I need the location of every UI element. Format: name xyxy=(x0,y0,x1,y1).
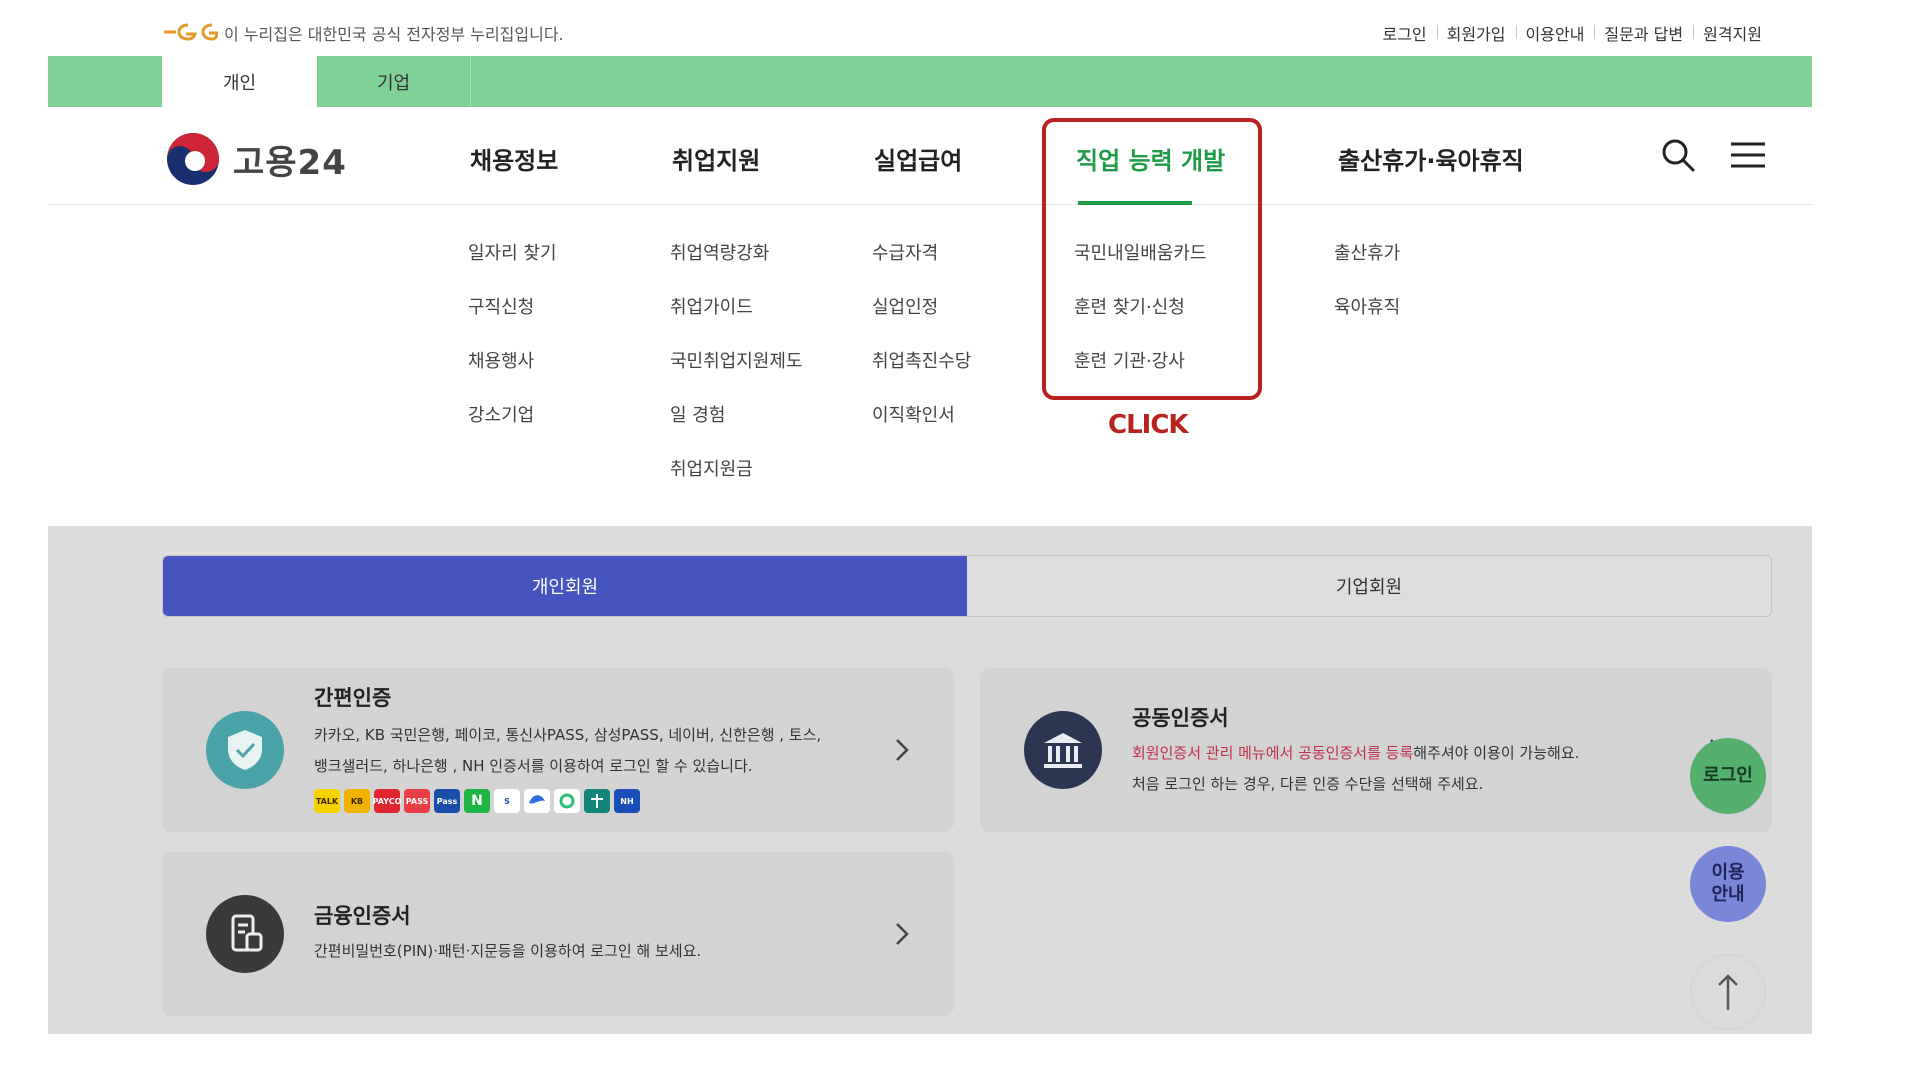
chevron-right-icon xyxy=(896,739,909,761)
click-highlight-box xyxy=(1042,118,1262,400)
joint-cert-desc: 회원인증서 관리 메뉴에서 공동인증서를 등록해주셔야 이용이 가능해요. 처음… xyxy=(1132,744,1580,793)
submenu-item[interactable]: 국민취업지원제도 xyxy=(670,350,802,404)
document-cert-icon xyxy=(206,895,284,973)
simple-auth-title: 간편인증 xyxy=(314,686,392,710)
gnb-employment-support[interactable]: 취업지원 xyxy=(672,141,760,176)
bank-building-icon xyxy=(1024,711,1102,789)
utility-menu: 로그인 회원가입 이용안내 질문과 답변 원격지원 xyxy=(1372,21,1772,45)
submenu-parental-leave: 출산휴가 육아휴직 xyxy=(1334,242,1400,350)
gnb-unemployment-benefit[interactable]: 실업급여 xyxy=(874,141,962,176)
login-section: 개인회원 기업회원 간편인증 카카오, KB 국민은행, 페이코, 통신사PAS… xyxy=(48,526,1812,1034)
tab-business[interactable]: 기업 xyxy=(317,56,471,107)
gnb-parental-leave[interactable]: 출산휴가·육아휴직 xyxy=(1338,141,1524,176)
member-type-tabs: 개인회원 기업회원 xyxy=(162,555,1772,617)
submenu-item[interactable]: 취업지원금 xyxy=(670,458,802,512)
tab-personal[interactable]: 개인 xyxy=(162,56,317,107)
kakao-icon: TALK xyxy=(314,789,340,813)
submenu-item[interactable]: 출산휴가 xyxy=(1334,242,1400,296)
submenu-recruit: 일자리 찾기 구직신청 채용행사 강소기업 xyxy=(468,242,557,458)
util-guide-link[interactable]: 이용안내 xyxy=(1515,21,1595,45)
submenu-item[interactable]: 육아휴직 xyxy=(1334,296,1400,350)
finance-cert-title: 금융인증서 xyxy=(314,904,411,928)
nh-icon: NH xyxy=(614,789,640,813)
float-guide-button[interactable]: 이용 안내 xyxy=(1690,846,1766,922)
finance-cert-desc: 간편비밀번호(PIN)·패턴·지문등을 이용하여 로그인 해 보세요. xyxy=(314,942,702,960)
brand-logo[interactable]: 고용24 xyxy=(165,131,347,187)
float-login-button[interactable]: 로그인 xyxy=(1690,738,1766,814)
util-signup-link[interactable]: 회원가입 xyxy=(1436,21,1516,45)
gov-notice-bar: 이 누리집은 대한민국 공식 전자정부 누리집입니다. 로그인 회원가입 이용안… xyxy=(0,0,1920,56)
user-type-tabs: 개인 기업 xyxy=(48,56,1812,107)
toss-icon xyxy=(524,789,550,813)
taegeuk-logo-icon xyxy=(167,133,219,185)
main-header: 고용24 채용정보 취업지원 실업급여 직업 능력 개발 출산휴가·육아휴직 xyxy=(48,107,1812,205)
search-icon[interactable] xyxy=(1660,137,1696,173)
finance-cert-card[interactable]: 금융인증서 간편비밀번호(PIN)·패턴·지문등을 이용하여 로그인 해 보세요… xyxy=(162,852,954,1016)
hana-icon xyxy=(584,789,610,813)
simple-auth-card[interactable]: 간편인증 카카오, KB 국민은행, 페이코, 통신사PASS, 삼성PASS,… xyxy=(162,668,954,832)
tab-business-member[interactable]: 기업회원 xyxy=(967,556,1771,616)
joint-cert-card[interactable]: 공동인증서 회원인증서 관리 메뉴에서 공동인증서를 등록해주셔야 이용이 가능… xyxy=(980,668,1772,832)
joint-cert-title: 공동인증서 xyxy=(1132,706,1229,730)
payco-icon: PAYCO xyxy=(373,789,401,813)
submenu-item[interactable]: 채용행사 xyxy=(468,350,557,404)
chevron-right-icon xyxy=(896,923,909,945)
submenu-item[interactable]: 이직확인서 xyxy=(872,404,971,458)
arrow-up-icon xyxy=(1718,974,1738,1010)
submenu-unemployment-benefit: 수급자격 실업인정 취업촉진수당 이직확인서 xyxy=(872,242,971,458)
egov-logo-icon xyxy=(164,23,218,41)
tab-personal-member[interactable]: 개인회원 xyxy=(163,556,967,616)
submenu-item[interactable]: 수급자격 xyxy=(872,242,971,296)
samsung-pass-icon: Pass xyxy=(434,789,460,813)
click-annotation: CLICK xyxy=(1108,410,1189,440)
kb-icon: KB xyxy=(344,789,370,813)
util-qna-link[interactable]: 질문과 답변 xyxy=(1594,21,1693,45)
submenu-item[interactable]: 실업인정 xyxy=(872,296,971,350)
submenu-item[interactable]: 강소기업 xyxy=(468,404,557,458)
simple-auth-desc: 카카오, KB 국민은행, 페이코, 통신사PASS, 삼성PASS, 네이버,… xyxy=(314,726,822,775)
util-login-link[interactable]: 로그인 xyxy=(1372,21,1436,45)
banksalad-icon xyxy=(554,789,580,813)
submenu-item[interactable]: 일 경험 xyxy=(670,404,802,458)
submenu-item[interactable]: 일자리 찾기 xyxy=(468,242,557,296)
shield-icon xyxy=(206,711,284,789)
gnb-recruit[interactable]: 채용정보 xyxy=(470,141,558,176)
shinhan-icon: S xyxy=(494,789,520,813)
naver-icon: N xyxy=(464,789,490,813)
submenu-item[interactable]: 취업역량강화 xyxy=(670,242,802,296)
scroll-top-button[interactable] xyxy=(1690,954,1766,1030)
hamburger-menu-icon[interactable] xyxy=(1730,137,1766,173)
submenu-item[interactable]: 취업가이드 xyxy=(670,296,802,350)
submenu-employment-support: 취업역량강화 취업가이드 국민취업지원제도 일 경험 취업지원금 xyxy=(670,242,802,512)
auth-provider-logos: TALK KB PAYCO PASS Pass N S NH xyxy=(314,789,640,813)
submenu-item[interactable]: 구직신청 xyxy=(468,296,557,350)
brand-name: 고용24 xyxy=(233,142,347,183)
util-remote-link[interactable]: 원격지원 xyxy=(1693,21,1772,45)
submenu-item[interactable]: 취업촉진수당 xyxy=(872,350,971,404)
pass-icon: PASS xyxy=(404,789,430,813)
gov-notice-text: 이 누리집은 대한민국 공식 전자정부 누리집입니다. xyxy=(224,25,564,44)
